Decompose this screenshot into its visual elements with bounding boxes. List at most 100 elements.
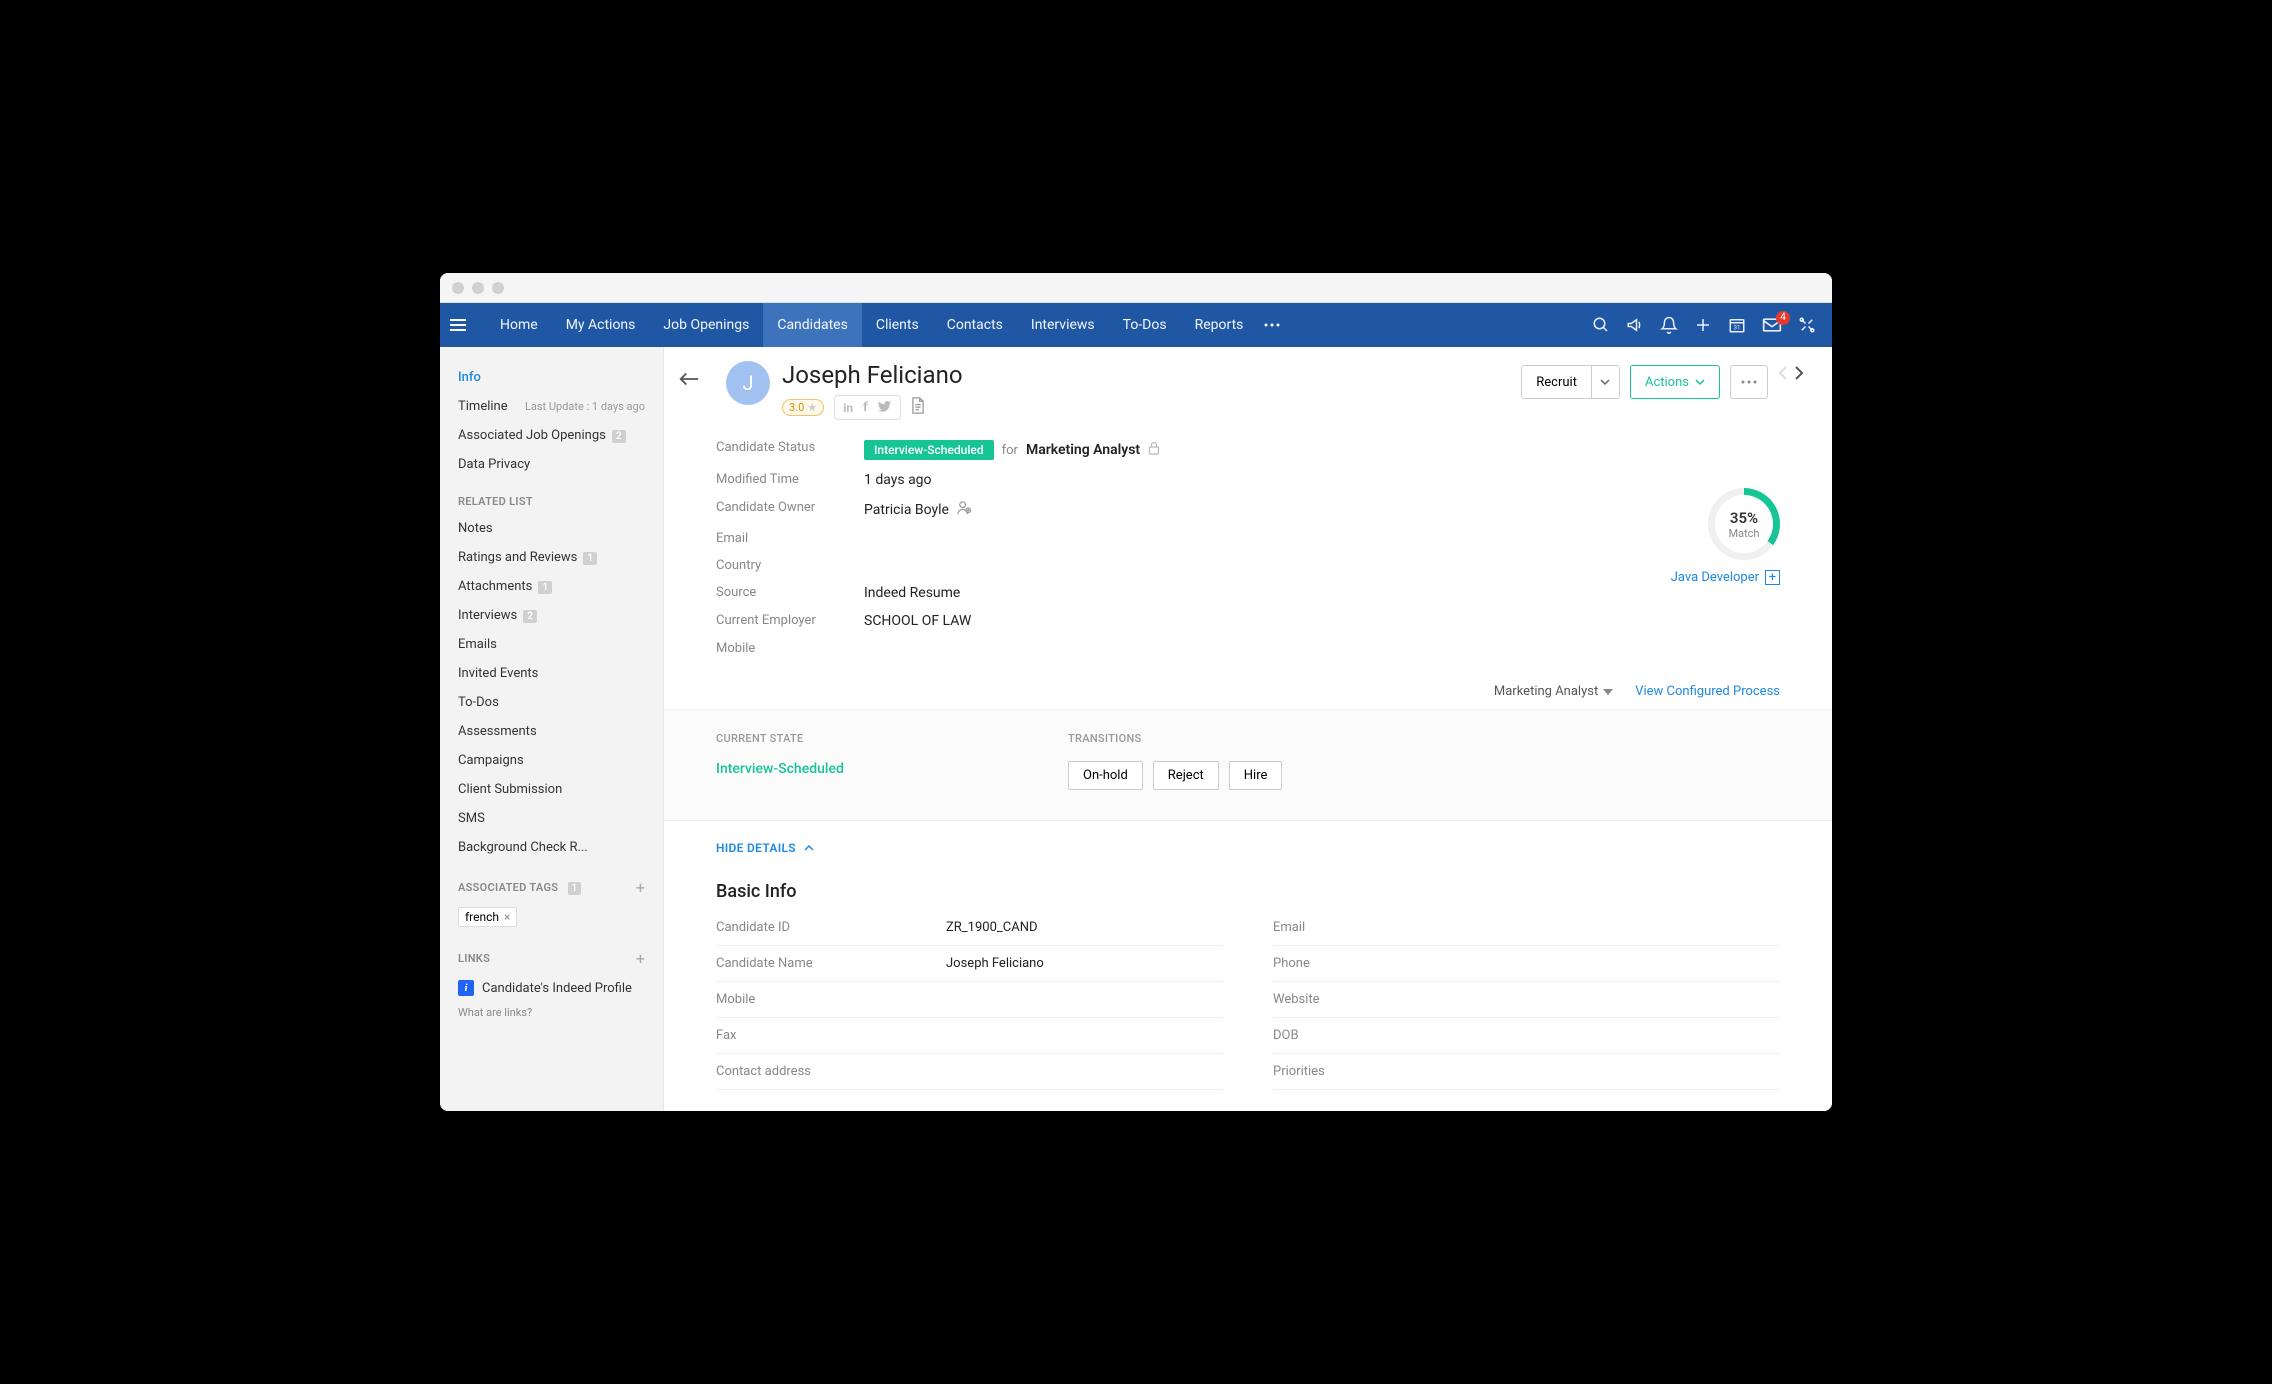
settings-icon[interactable]	[1798, 316, 1816, 334]
window-max-dot[interactable]	[492, 282, 504, 294]
sidebar-item-interviews[interactable]: Interviews2	[440, 601, 663, 630]
summary-row: Modified Time1 days ago	[716, 466, 1780, 494]
transition-hire-button[interactable]: Hire	[1229, 761, 1283, 790]
pager-next[interactable]	[1794, 365, 1804, 385]
top-nav: HomeMy ActionsJob OpeningsCandidatesClie…	[440, 303, 1832, 347]
mail-icon[interactable]: 4	[1762, 317, 1782, 333]
nav-more[interactable]	[1257, 323, 1287, 327]
back-button[interactable]	[678, 361, 714, 420]
announce-icon[interactable]	[1626, 316, 1644, 334]
nav-item-contacts[interactable]: Contacts	[933, 303, 1017, 347]
links-heading: LINKS	[458, 952, 490, 965]
window-chrome	[440, 273, 1832, 303]
window-min-dot[interactable]	[472, 282, 484, 294]
status-job: Marketing Analyst	[1026, 442, 1140, 458]
recruit-button[interactable]: Recruit	[1521, 365, 1620, 399]
tag-remove-icon[interactable]: ×	[504, 910, 510, 924]
window-close-dot[interactable]	[452, 282, 464, 294]
transition-on-hold-button[interactable]: On-hold	[1068, 761, 1143, 790]
nav-item-reports[interactable]: Reports	[1181, 303, 1258, 347]
pager-prev	[1778, 365, 1788, 385]
current-state-heading: CURRENT STATE	[716, 732, 1068, 745]
add-match-icon[interactable]: +	[1765, 570, 1780, 585]
sidebar-item-assessments[interactable]: Assessments	[440, 717, 663, 746]
current-state-value: Interview-Scheduled	[716, 761, 1068, 777]
add-link-button[interactable]: +	[636, 949, 645, 968]
basic-info-row: Priorities	[1273, 1054, 1780, 1090]
related-list-heading: RELATED LIST	[458, 495, 533, 508]
sidebar-item-info[interactable]: Info	[440, 363, 663, 392]
what-are-links[interactable]: What are links?	[440, 1002, 663, 1033]
sidebar-item-client-submission[interactable]: Client Submission	[440, 775, 663, 804]
view-process-link[interactable]: View Configured Process	[1635, 684, 1780, 699]
mail-badge: 4	[1776, 311, 1790, 325]
more-button[interactable]	[1730, 365, 1768, 399]
twitter-icon[interactable]	[878, 398, 892, 417]
nav-item-home[interactable]: Home	[486, 303, 552, 347]
svg-text:31: 31	[1734, 325, 1741, 332]
transition-reject-button[interactable]: Reject	[1153, 761, 1219, 790]
search-icon[interactable]	[1592, 316, 1610, 334]
process-dropdown[interactable]: Marketing Analyst	[1494, 684, 1613, 699]
basic-info-row: Email	[1273, 910, 1780, 946]
sidebar-item-timeline[interactable]: TimelineLast Update : 1 days ago	[440, 392, 663, 421]
basic-info-row: Phone	[1273, 946, 1780, 982]
sidebar-item-associated-job-openings[interactable]: Associated Job Openings2	[440, 421, 663, 450]
sidebar-item-invited-events[interactable]: Invited Events	[440, 659, 663, 688]
sidebar-item-campaigns[interactable]: Campaigns	[440, 746, 663, 775]
transitions-heading: TRANSITIONS	[1068, 732, 1282, 745]
linkedin-icon[interactable]: in	[843, 401, 853, 415]
sidebar-item-sms[interactable]: SMS	[440, 804, 663, 833]
nav-item-my-actions[interactable]: My Actions	[552, 303, 650, 347]
sidebar-item-to-dos[interactable]: To-Dos	[440, 688, 663, 717]
owner-icon[interactable]	[957, 500, 972, 519]
lock-icon	[1148, 441, 1160, 459]
sidebar-item-data-privacy[interactable]: Data Privacy	[440, 450, 663, 479]
tags-count-badge: 1	[568, 882, 582, 895]
basic-info-row: Website	[1273, 982, 1780, 1018]
sidebar-item-attachments[interactable]: Attachments1	[440, 572, 663, 601]
basic-info-row: Mobile	[716, 982, 1223, 1018]
indeed-icon: i	[458, 980, 474, 996]
summary-row: Mobile	[716, 635, 1780, 662]
add-tag-button[interactable]: +	[636, 878, 645, 897]
summary-row: Candidate OwnerPatricia Boyle	[716, 494, 1780, 525]
document-icon[interactable]	[911, 397, 925, 418]
bell-icon[interactable]	[1660, 316, 1678, 334]
summary-row: Candidate StatusInterview-ScheduledforMa…	[716, 434, 1780, 466]
main-content: J Joseph Feliciano 3.0★ in f	[664, 347, 1832, 1111]
calendar-icon[interactable]: 31	[1728, 316, 1746, 334]
nav-item-candidates[interactable]: Candidates	[763, 303, 862, 347]
summary-row: Current EmployerSCHOOL OF LAW	[716, 607, 1780, 635]
hide-details-toggle[interactable]: HIDE DETAILS	[664, 821, 1832, 863]
facebook-icon[interactable]: f	[863, 400, 868, 415]
basic-info-row: Contact address	[716, 1054, 1223, 1090]
record-pager	[1778, 365, 1804, 385]
sidebar-item-notes[interactable]: Notes	[440, 514, 663, 543]
sidebar-item-background-check-r-[interactable]: Background Check R...	[440, 833, 663, 862]
match-job-link[interactable]: Java Developer +	[1671, 570, 1780, 585]
sidebar: InfoTimelineLast Update : 1 days agoAsso…	[440, 347, 664, 1111]
menu-icon[interactable]	[450, 313, 474, 337]
sidebar-link[interactable]: iCandidate's Indeed Profile	[440, 974, 663, 1002]
status-badge: Interview-Scheduled	[864, 440, 994, 460]
candidate-name-title: Joseph Feliciano	[782, 361, 1509, 389]
plus-icon[interactable]	[1694, 316, 1712, 334]
basic-info-row: DOB	[1273, 1018, 1780, 1054]
basic-info-row: Candidate IDZR_1900_CAND	[716, 910, 1223, 946]
sidebar-item-ratings-and-reviews[interactable]: Ratings and Reviews1	[440, 543, 663, 572]
recruit-caret[interactable]	[1591, 366, 1619, 398]
candidate-avatar: J	[726, 361, 770, 405]
basic-info-row: Fax	[716, 1018, 1223, 1054]
rating-pill[interactable]: 3.0★	[782, 399, 824, 416]
nav-item-interviews[interactable]: Interviews	[1017, 303, 1109, 347]
nav-item-clients[interactable]: Clients	[862, 303, 933, 347]
nav-item-job-openings[interactable]: Job Openings	[649, 303, 763, 347]
tags-heading: ASSOCIATED TAGS	[458, 881, 558, 894]
sidebar-item-emails[interactable]: Emails	[440, 630, 663, 659]
basic-info-heading: Basic Info	[664, 863, 1832, 910]
tag-chip[interactable]: french×	[458, 907, 517, 927]
nav-item-to-dos[interactable]: To-Dos	[1109, 303, 1181, 347]
summary-row: Email	[716, 525, 1780, 552]
actions-button[interactable]: Actions	[1630, 365, 1720, 399]
